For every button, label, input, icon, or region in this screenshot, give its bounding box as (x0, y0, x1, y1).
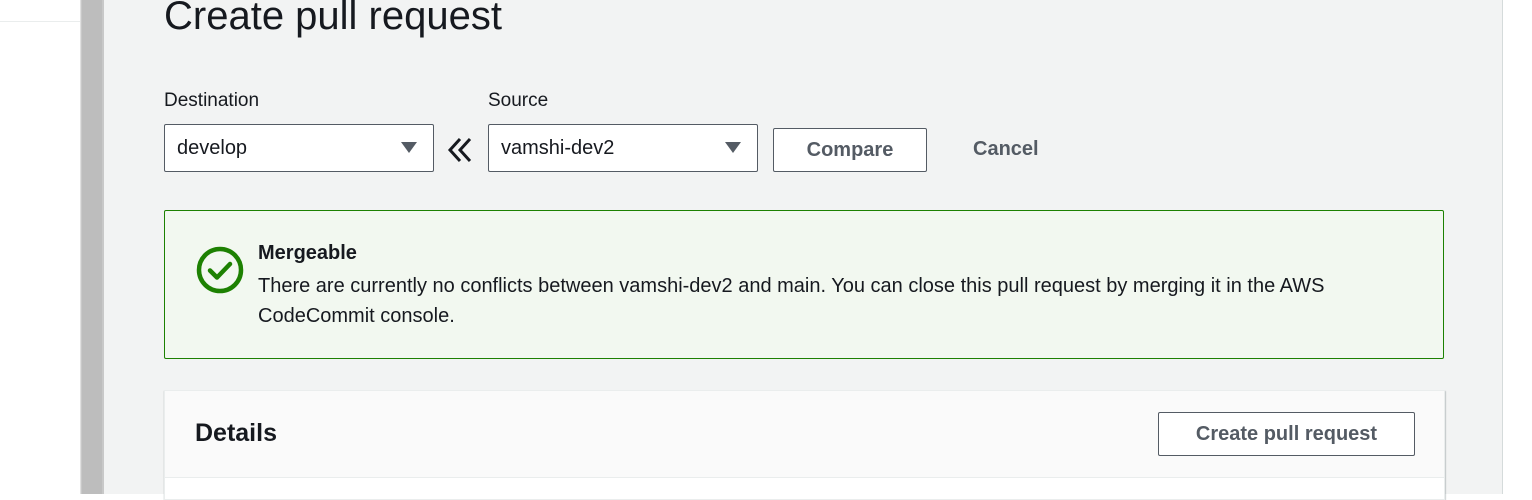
left-nav-divider (0, 21, 80, 22)
caret-down-icon (725, 142, 741, 153)
check-circle-icon (196, 246, 244, 294)
source-label: Source (488, 90, 549, 111)
scrollbar-thumb[interactable] (82, 0, 102, 494)
details-container: Details Create pull request (164, 390, 1445, 500)
details-header: Details Create pull request (165, 391, 1444, 478)
alert-message: There are currently no conflicts between… (258, 275, 1325, 327)
cancel-button[interactable]: Cancel (973, 138, 1039, 161)
mergeable-alert: Mergeable There are currently no conflic… (164, 210, 1444, 359)
double-chevron-left-icon (447, 137, 472, 163)
right-margin (1503, 0, 1532, 494)
alert-title: Mergeable (258, 242, 357, 264)
destination-select-value: develop (177, 136, 248, 159)
destination-select[interactable]: develop (164, 124, 434, 172)
left-nav-area (0, 0, 80, 494)
compare-button[interactable]: Compare (773, 128, 927, 172)
destination-label: Destination (164, 90, 260, 111)
details-title: Details (195, 419, 277, 447)
page-title: Create pull request (164, 0, 502, 38)
source-select-value: vamshi-dev2 (501, 136, 615, 159)
source-select[interactable]: vamshi-dev2 (488, 124, 758, 172)
create-pull-request-button[interactable]: Create pull request (1158, 412, 1415, 456)
caret-down-icon (401, 142, 417, 153)
